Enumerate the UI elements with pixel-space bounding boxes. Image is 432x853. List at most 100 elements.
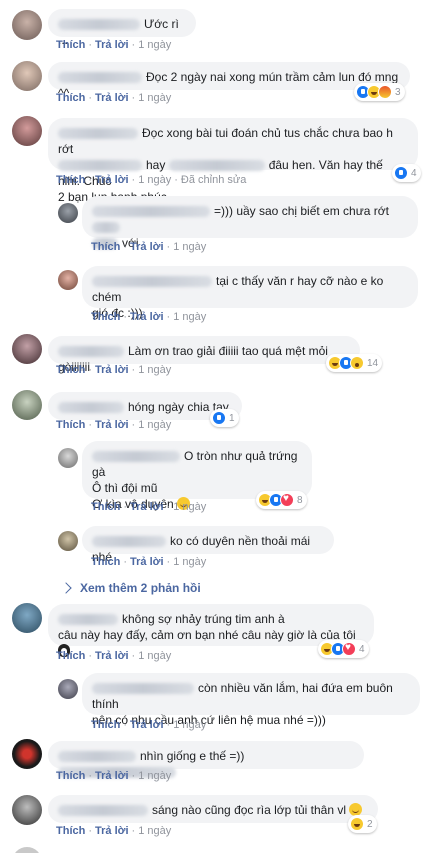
avatar[interactable]: [58, 203, 78, 223]
timestamp: 1 ngày: [138, 650, 172, 662]
reply-link[interactable]: Trả lời: [130, 719, 164, 731]
reaction-summary[interactable]: 14: [326, 354, 383, 372]
blurred-name: [92, 206, 210, 218]
timestamp: 1 ngày: [173, 501, 207, 513]
blurred-name: [58, 614, 118, 626]
reply-bubble: ko có duyên nền thoải mái nhé: [82, 526, 334, 564]
reply-link[interactable]: Trả lời: [95, 92, 129, 104]
wow-icon: [350, 356, 364, 370]
reply-bubble: tại c thấy văn r hay cỡ nào e ko chém gi…: [82, 266, 418, 320]
reply-link[interactable]: Trả lời: [95, 419, 129, 431]
love-icon: [280, 493, 294, 507]
avatar[interactable]: [12, 847, 42, 853]
avatar[interactable]: [12, 334, 42, 364]
timestamp: 1 ngày: [138, 364, 172, 376]
blurred-text: [58, 160, 142, 172]
reply-link[interactable]: Trả lời: [95, 770, 129, 782]
like-link[interactable]: Thích: [56, 650, 85, 662]
like-link[interactable]: Thích: [91, 719, 120, 731]
like-link[interactable]: Thích: [91, 311, 120, 323]
like-icon: [212, 411, 226, 425]
like-link[interactable]: Thích: [56, 770, 85, 782]
comment-bubble: Làm ơn trao giải điiiii tao quá mệt mỏi …: [48, 336, 360, 374]
reaction-summary[interactable]: 4: [318, 640, 369, 658]
comment-bubble: Đọc xong bài tui đoán chủ tus chắc chưa …: [48, 118, 418, 204]
like-link[interactable]: Thích: [91, 241, 120, 253]
avatar[interactable]: [12, 390, 42, 420]
reply-bubble: còn nhiều văn lắm, hai đứa em buôn thính…: [82, 673, 420, 727]
timestamp: 1 ngày: [173, 556, 207, 568]
reaction-summary[interactable]: 2: [348, 815, 377, 833]
reaction-summary[interactable]: 8: [256, 491, 307, 509]
reply-link[interactable]: Trả lời: [95, 825, 129, 837]
view-more-replies[interactable]: Xem thêm 2 phản hồi: [60, 581, 201, 595]
avatar[interactable]: [58, 270, 78, 290]
avatar[interactable]: [58, 679, 78, 699]
avatar[interactable]: [12, 603, 42, 633]
haha-icon: [350, 817, 364, 831]
reply-actions: Thích · Trả lời · 1 ngày: [91, 241, 207, 253]
comment-bubble: nhìn giống e thế =)): [48, 741, 364, 779]
comment-bubble: Ước rì ...: [48, 9, 196, 47]
angry-icon: [378, 85, 392, 99]
comment-actions: Thích · Trả lời · 1 ngày · Đã chỉnh sửa: [56, 174, 247, 186]
like-link[interactable]: Thích: [56, 92, 85, 104]
avatar[interactable]: [12, 61, 42, 91]
avatar[interactable]: [12, 10, 42, 40]
blurred-name: [58, 19, 140, 31]
reply-link[interactable]: Trả lời: [130, 501, 164, 513]
comment-actions: Thích · Trả lời · 1 ngày: [56, 825, 172, 837]
avatar[interactable]: [58, 531, 78, 551]
comment-actions: Thích · Trả lời · 1 ngày: [56, 92, 172, 104]
comment-text: =))) uầy sao chị biết em chưa rớt: [214, 204, 389, 218]
like-link[interactable]: Thích: [91, 556, 120, 568]
comment-actions: Thích · Trả lời · 1 ngày: [56, 419, 172, 431]
reply-actions: Thích · Trả lời · 1 ngày: [91, 556, 207, 568]
comment-text: sáng nào cũng đọc rìa lớp tủi thân vl: [152, 803, 346, 817]
avatar[interactable]: [58, 448, 78, 468]
like-icon: [394, 166, 408, 180]
like-link[interactable]: Thích: [56, 174, 85, 186]
blurred-name: [58, 346, 124, 358]
like-link[interactable]: Thích: [56, 364, 85, 376]
blurred-name: [58, 128, 138, 140]
blurred-name: [92, 536, 166, 548]
timestamp: 1 ngày: [138, 825, 172, 837]
blurred-name: [92, 276, 212, 288]
reply-link[interactable]: Trả lời: [130, 556, 164, 568]
blurred-name: [92, 451, 180, 463]
reply-bubble: =))) uầy sao chị biết em chưa rớt với: [82, 196, 418, 250]
blurred-name: [58, 805, 148, 817]
reply-link[interactable]: Trả lời: [95, 174, 129, 186]
reply-link[interactable]: Trả lời: [95, 650, 129, 662]
reply-actions: Thích · Trả lời · 1 ngày: [91, 311, 207, 323]
avatar[interactable]: [12, 116, 42, 146]
reply-link[interactable]: Trả lời: [130, 241, 164, 253]
avatar[interactable]: [12, 739, 42, 769]
timestamp: 1 ngày: [138, 174, 172, 186]
timestamp: 1 ngày: [138, 92, 172, 104]
reaction-summary[interactable]: 1: [210, 409, 239, 427]
like-link[interactable]: Thích: [91, 501, 120, 513]
reply-actions: Thích · Trả lời · 1 ngày: [91, 719, 207, 731]
like-link[interactable]: Thích: [56, 39, 85, 51]
blurred-name: [58, 751, 136, 763]
blurred-name: [92, 683, 194, 695]
comment-bubble: sáng nào cũng đọc rìa lớp tủi thân vl: [48, 795, 378, 823]
comment-actions: Thích · Trả lời · 1 ngày: [56, 39, 172, 51]
reply-link[interactable]: Trả lời: [95, 364, 129, 376]
avatar[interactable]: [12, 795, 42, 825]
timestamp: 1 ngày: [173, 241, 207, 253]
reaction-summary[interactable]: 3: [354, 83, 405, 101]
reply-link[interactable]: Trả lời: [95, 39, 129, 51]
blurred-name: [58, 72, 142, 84]
timestamp: 1 ngày: [138, 419, 172, 431]
reply-link[interactable]: Trả lời: [130, 311, 164, 323]
reaction-summary[interactable]: 4: [392, 164, 421, 182]
reply-arrow-icon: [60, 582, 72, 594]
like-link[interactable]: Thích: [56, 825, 85, 837]
comment-actions: Thích · Trả lời · 1 ngày: [56, 650, 172, 662]
blurred-name: [58, 402, 124, 414]
reply-actions: Thích · Trả lời · 1 ngày: [91, 501, 207, 513]
like-link[interactable]: Thích: [56, 419, 85, 431]
